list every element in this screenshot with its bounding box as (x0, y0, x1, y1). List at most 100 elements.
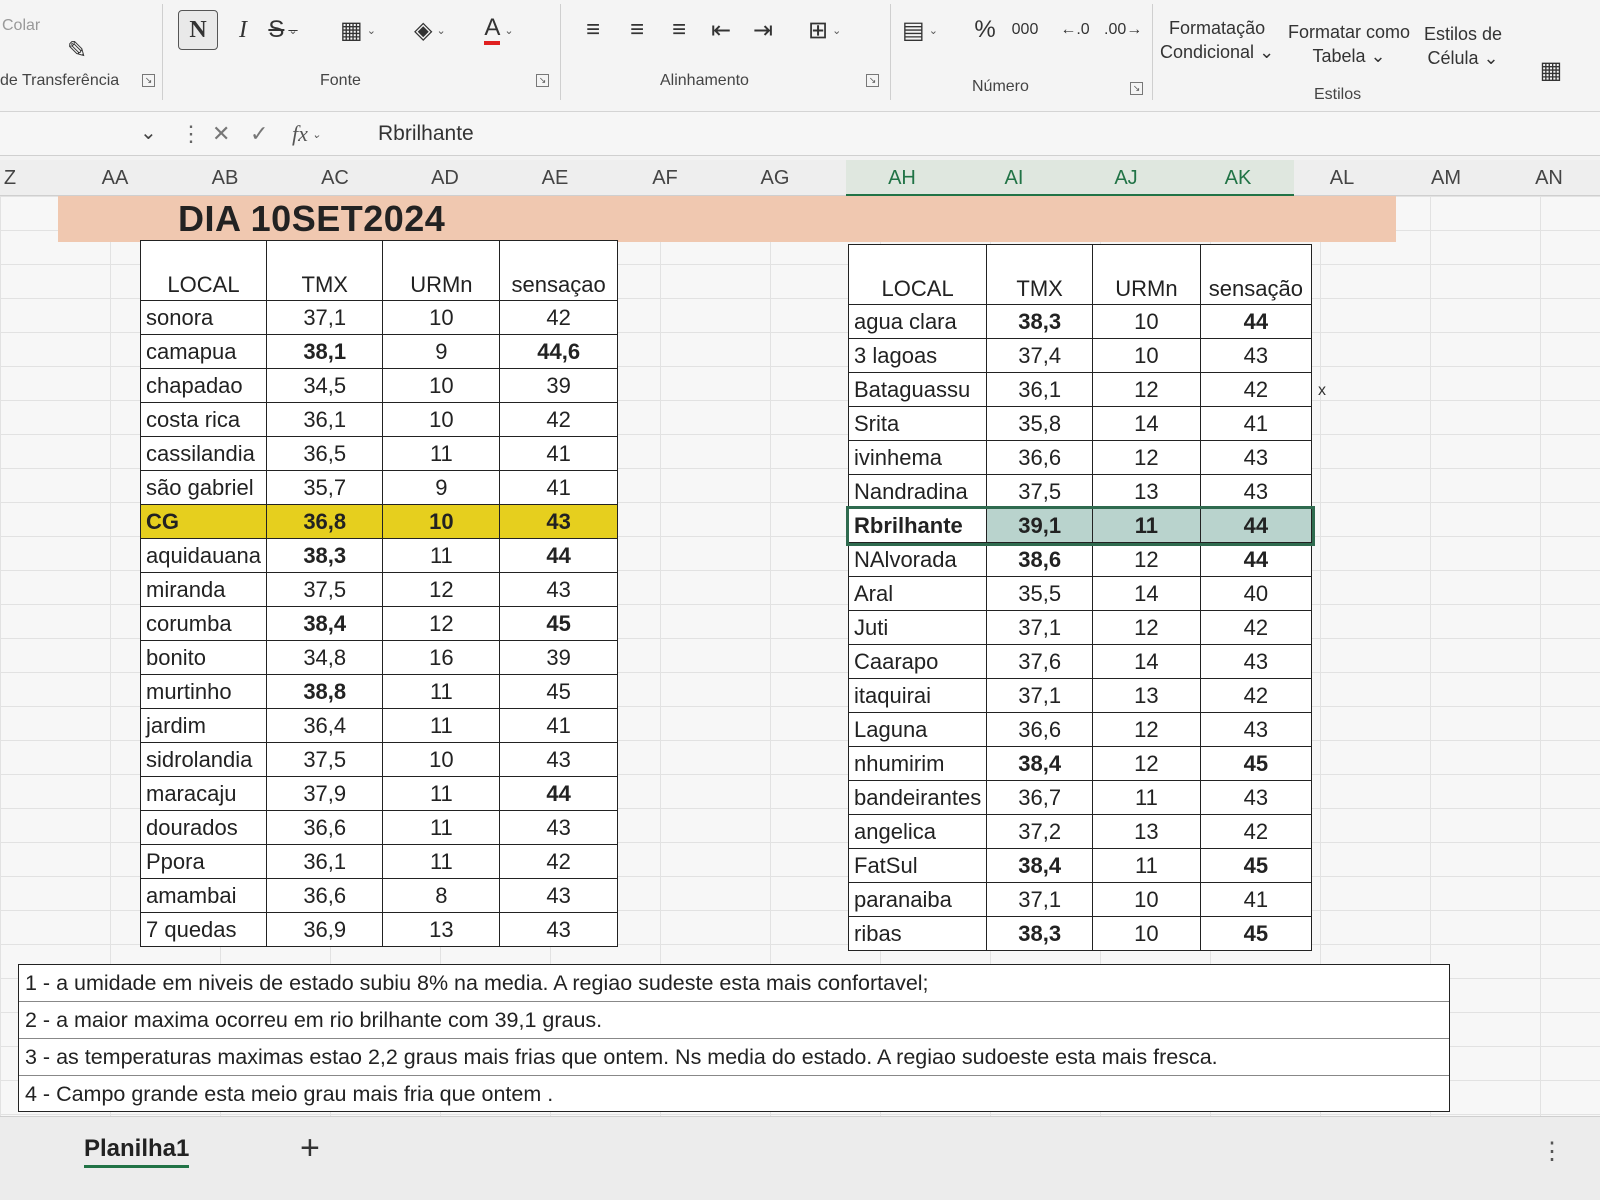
sensacao-cell[interactable]: 43 (499, 742, 618, 777)
tmx-cell[interactable]: 35,7 (266, 470, 384, 505)
sensacao-cell[interactable]: 39 (499, 640, 618, 675)
urmn-cell[interactable]: 10 (1092, 916, 1201, 951)
urmn-cell[interactable]: 10 (1092, 882, 1201, 917)
sensacao-cell[interactable]: 42 (499, 844, 618, 879)
table-row[interactable]: Srita 35,8 14 41 (847, 406, 1313, 441)
column-header[interactable]: AK (1182, 160, 1294, 196)
location-cell[interactable]: nhumirim (847, 746, 988, 781)
location-cell[interactable]: sidrolandia (139, 742, 268, 777)
font-color-icon[interactable]: A ⌄ (484, 10, 514, 50)
location-cell[interactable]: bandeirantes (847, 780, 988, 815)
merge-cells-icon[interactable]: ⊞ ⌄ (808, 10, 841, 50)
tmx-cell[interactable]: 37,1 (986, 882, 1094, 917)
table-row[interactable]: miranda 37,5 12 43 (139, 572, 618, 607)
sensacao-cell[interactable]: 43 (1199, 440, 1313, 475)
sensacao-cell[interactable]: 43 (1199, 338, 1313, 373)
location-cell[interactable]: CG (139, 504, 268, 539)
tmx-cell[interactable]: 36,1 (986, 372, 1094, 407)
tmx-cell[interactable]: 39,1 (986, 508, 1094, 543)
sensacao-cell[interactable]: 40 (1199, 576, 1313, 611)
location-cell[interactable]: chapadao (139, 368, 268, 403)
location-cell[interactable]: angelica (847, 814, 988, 849)
sensacao-cell[interactable]: 43 (499, 504, 618, 539)
number-launcher-icon[interactable]: ↘ (1130, 82, 1143, 95)
tmx-cell[interactable]: 38,1 (266, 334, 384, 369)
align-right-icon[interactable]: ≡ (664, 10, 694, 50)
location-cell[interactable]: ivinhema (847, 440, 988, 475)
location-cell[interactable]: jardim (139, 708, 268, 743)
urmn-cell[interactable]: 14 (1092, 576, 1201, 611)
column-header[interactable]: AB (170, 160, 280, 196)
sensacao-cell[interactable]: 43 (1199, 644, 1313, 679)
tmx-cell[interactable]: 38,8 (266, 674, 384, 709)
borders-icon[interactable]: ▦ ⌄ (340, 10, 376, 50)
tmx-cell[interactable]: 38,3 (266, 538, 384, 573)
more-options-icon[interactable]: ⋮ (1540, 1137, 1564, 1166)
location-cell[interactable]: aquidauana (139, 538, 268, 573)
table-row[interactable]: cassilandia 36,5 11 41 (139, 436, 618, 471)
tmx-cell[interactable]: 36,6 (266, 878, 384, 913)
sensacao-cell[interactable]: 45 (499, 606, 618, 641)
tmx-cell[interactable]: 37,5 (266, 742, 384, 777)
table-row[interactable]: FatSul 38,4 11 45 (847, 848, 1313, 883)
align-center-icon[interactable]: ≡ (622, 10, 652, 50)
tmx-cell[interactable]: 35,5 (986, 576, 1094, 611)
column-header[interactable]: AJ (1070, 160, 1182, 196)
urmn-cell[interactable]: 8 (382, 878, 501, 913)
column-header[interactable]: AI (958, 160, 1070, 196)
urmn-cell[interactable]: 11 (382, 776, 501, 811)
sensacao-cell[interactable]: 43 (499, 572, 618, 607)
decrease-decimal-icon[interactable]: .00→ (1104, 10, 1142, 50)
table-row[interactable]: costa rica 36,1 10 42 (139, 402, 618, 437)
location-cell[interactable]: paranaiba (847, 882, 988, 917)
location-cell[interactable]: miranda (139, 572, 268, 607)
urmn-cell[interactable]: 13 (1092, 678, 1201, 713)
urmn-cell[interactable]: 12 (1092, 746, 1201, 781)
table-row[interactable]: camapua 38,1 9 44,6 (139, 334, 618, 369)
sensacao-cell[interactable]: 42 (1199, 678, 1313, 713)
tmx-cell[interactable]: 38,4 (266, 606, 384, 641)
sensacao-cell[interactable]: 45 (499, 674, 618, 709)
table-row[interactable]: sidrolandia 37,5 10 43 (139, 742, 618, 777)
location-cell[interactable]: camapua (139, 334, 268, 369)
cancel-icon[interactable]: ✕ (212, 118, 230, 150)
sensacao-cell[interactable]: 42 (499, 300, 618, 335)
location-cell[interactable]: cassilandia (139, 436, 268, 471)
tmx-cell[interactable]: 37,1 (986, 678, 1094, 713)
fill-color-icon[interactable]: ◈ ⌄ (414, 10, 446, 50)
thousands-button[interactable]: 000 (1010, 10, 1040, 50)
decrease-indent-icon[interactable]: ⇤ (706, 10, 736, 50)
tmx-cell[interactable]: 36,1 (266, 402, 384, 437)
column-header[interactable]: AN (1498, 160, 1600, 196)
location-cell[interactable]: FatSul (847, 848, 988, 883)
tmx-cell[interactable]: 34,8 (266, 640, 384, 675)
urmn-cell[interactable]: 10 (1092, 338, 1201, 373)
column-header[interactable]: AM (1394, 160, 1498, 196)
sheet-tab[interactable]: Planilha1 (84, 1135, 190, 1168)
urmn-cell[interactable]: 12 (1092, 440, 1201, 475)
table-row[interactable]: Bataguassu 36,1 12 42 (847, 372, 1313, 407)
tmx-cell[interactable]: 38,3 (986, 916, 1094, 951)
sensacao-cell[interactable]: 43 (499, 912, 618, 947)
urmn-cell[interactable]: 13 (1092, 814, 1201, 849)
table-row[interactable]: chapadao 34,5 10 39 (139, 368, 618, 403)
urmn-cell[interactable]: 9 (382, 334, 501, 369)
sensacao-cell[interactable]: 44 (499, 538, 618, 573)
sensacao-cell[interactable]: 42 (1199, 814, 1313, 849)
location-cell[interactable]: Nandradina (847, 474, 988, 509)
note-line[interactable]: 3 - as temperaturas maximas estao 2,2 gr… (19, 1039, 1449, 1076)
sensacao-cell[interactable]: 41 (499, 708, 618, 743)
column-header[interactable]: Z (0, 160, 20, 196)
urmn-cell[interactable]: 12 (1092, 610, 1201, 645)
sensacao-cell[interactable]: 42 (1199, 372, 1313, 407)
location-cell[interactable]: bonito (139, 640, 268, 675)
add-sheet-icon[interactable]: + (300, 1129, 320, 1168)
percent-button[interactable]: % (970, 10, 1000, 50)
location-cell[interactable]: Bataguassu (847, 372, 988, 407)
table-row[interactable]: CG 36,8 10 43 (139, 504, 618, 539)
urmn-cell[interactable]: 11 (382, 810, 501, 845)
location-cell[interactable]: Srita (847, 406, 988, 441)
column-header[interactable]: AA (60, 160, 170, 196)
location-cell[interactable]: Juti (847, 610, 988, 645)
clipboard-launcher-icon[interactable]: ↘ (142, 74, 155, 87)
